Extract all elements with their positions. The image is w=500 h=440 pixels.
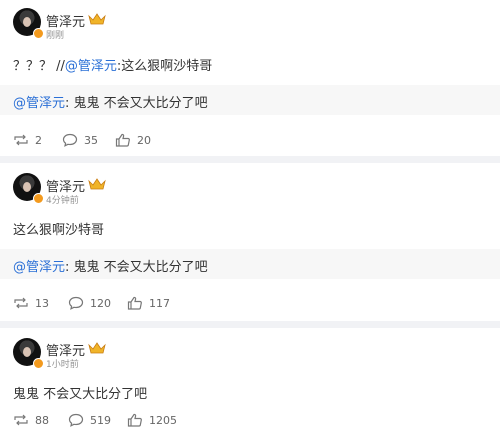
- post-time[interactable]: 1小时前: [46, 357, 79, 370]
- repost-icon: [14, 297, 28, 309]
- comment-count: 35: [84, 133, 98, 147]
- action-bar: 88 519 1205: [0, 404, 500, 436]
- crown-icon: [88, 13, 106, 25]
- comment-count: 519: [90, 413, 111, 427]
- action-bar: 13 120 117: [0, 287, 500, 319]
- post-text: 这么狠啊沙特哥: [13, 223, 105, 238]
- like-button[interactable]: 1205: [127, 404, 177, 436]
- repost-button[interactable]: 13: [13, 287, 49, 319]
- repost-count: 88: [35, 413, 49, 427]
- post-card: 管泽元 刚刚 ？？？ //@管泽元:这么狠啊沙特哥 @管泽元: 鬼鬼 不会又大比…: [0, 0, 500, 156]
- quote-mention-link[interactable]: @管泽元: [13, 96, 65, 111]
- like-icon: [127, 296, 142, 310]
- like-icon: [127, 413, 142, 427]
- verified-icon: [33, 193, 44, 204]
- post-text: 鬼鬼 不会又大比分了吧: [13, 387, 148, 402]
- quoted-post[interactable]: @管泽元: 鬼鬼 不会又大比分了吧: [0, 249, 500, 279]
- comment-icon: [68, 296, 84, 310]
- comment-button[interactable]: 120: [68, 287, 111, 319]
- like-button[interactable]: 117: [127, 287, 170, 319]
- crown-icon: [88, 178, 106, 190]
- repost-button[interactable]: 88: [13, 404, 49, 436]
- like-button[interactable]: 20: [115, 124, 151, 156]
- verified-icon: [33, 28, 44, 39]
- comment-button[interactable]: 519: [68, 404, 111, 436]
- comment-icon: [62, 133, 78, 147]
- repost-icon: [14, 414, 28, 426]
- post-time[interactable]: 刚刚: [46, 28, 64, 41]
- post-card: 管泽元 4分钟前 这么狠啊沙特哥 @管泽元: 鬼鬼 不会又大比分了吧 13 12…: [0, 163, 500, 321]
- post-text-suffix: :这么狠啊沙特哥: [116, 59, 213, 74]
- repost-icon: [14, 134, 28, 146]
- post-text-prefix: ？？？ //: [13, 59, 65, 74]
- crown-icon: [88, 342, 106, 354]
- like-count: 117: [149, 296, 170, 310]
- post-text: ？？？ //@管泽元:这么狠啊沙特哥: [13, 55, 212, 74]
- comment-button[interactable]: 35: [62, 124, 98, 156]
- like-count: 1205: [149, 413, 177, 427]
- comment-count: 120: [90, 296, 111, 310]
- post-time[interactable]: 4分钟前: [46, 193, 79, 206]
- repost-button[interactable]: 2: [13, 124, 42, 156]
- verified-icon: [33, 358, 44, 369]
- quote-text: : 鬼鬼 不会又大比分了吧: [65, 96, 208, 111]
- like-count: 20: [137, 133, 151, 147]
- action-bar: 2 35 20: [0, 124, 500, 156]
- repost-count: 13: [35, 296, 49, 310]
- quote-text: : 鬼鬼 不会又大比分了吧: [65, 260, 208, 275]
- repost-count: 2: [35, 133, 42, 147]
- quote-mention-link[interactable]: @管泽元: [13, 260, 65, 275]
- mention-link[interactable]: @管泽元: [65, 59, 117, 74]
- quoted-post[interactable]: @管泽元: 鬼鬼 不会又大比分了吧: [0, 85, 500, 115]
- like-icon: [115, 133, 130, 147]
- comment-icon: [68, 413, 84, 427]
- post-card: 管泽元 1小时前 鬼鬼 不会又大比分了吧 88 519 1205: [0, 328, 500, 440]
